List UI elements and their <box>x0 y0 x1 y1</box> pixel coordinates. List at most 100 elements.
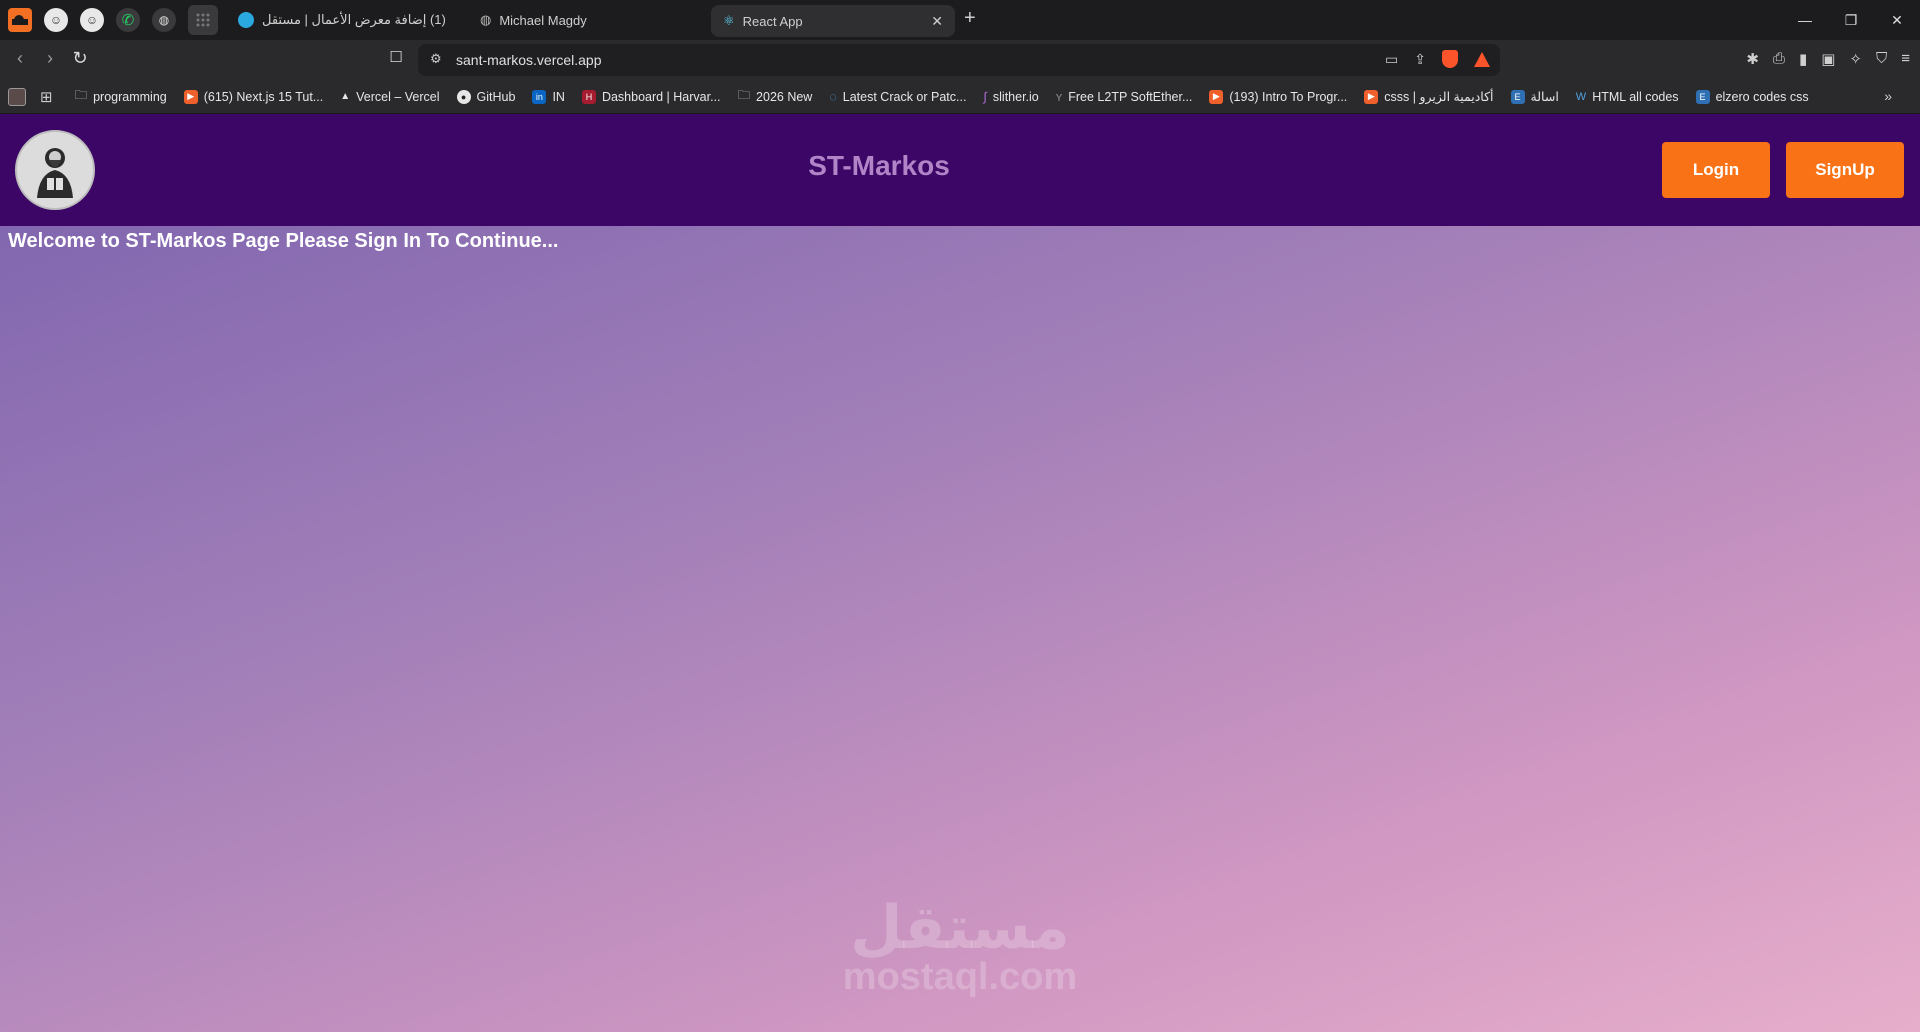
whatsapp-icon: ✆ <box>121 12 135 29</box>
omnibox-actions: ▭ ⇪ <box>1385 50 1490 68</box>
back-icon[interactable]: ‹ <box>8 48 32 69</box>
tab-strip: ☺ ☺ ✆ ◍ (1) إضافة معرض الأعمال | مستقل ◍… <box>0 0 1920 40</box>
tab-search-icon[interactable] <box>8 87 26 106</box>
bookmark-label: Dashboard | Harvar... <box>601 89 721 104</box>
bookmark-item[interactable]: E elzero codes css <box>1695 89 1809 104</box>
bookmark-label: csss | أكاديمية الزيرو <box>1384 90 1494 104</box>
url-text[interactable]: sant-markos.vercel.app <box>456 52 602 68</box>
face-icon: ☺ <box>49 13 63 27</box>
bookmark-label: elzero codes css <box>1715 89 1809 104</box>
forward-icon[interactable]: › <box>38 48 62 69</box>
youtube-icon: ▶ <box>1364 89 1379 104</box>
tab-mostaql[interactable]: (1) إضافة معرض الأعمال | مستقل <box>226 4 466 36</box>
restore-icon[interactable]: ❐ <box>1828 0 1874 40</box>
app-navbar: ST-Markos Login SignUp <box>0 114 1920 226</box>
bookmark-label: (615) Next.js 15 Tut... <box>203 89 324 104</box>
extensions-icon[interactable]: ✱ <box>1746 50 1759 68</box>
site-icon: ◌ <box>829 89 837 104</box>
pinned-tab-1[interactable]: ☺ <box>44 8 68 32</box>
folder-icon: 🗀 <box>737 88 751 102</box>
soundcloud-pinned-tab[interactable] <box>8 8 32 32</box>
youtube-icon: ▶ <box>183 89 198 104</box>
toolbar-actions: ✱ ⎙ ▮ ▣ ✧ ⛉ ≡ <box>1746 50 1910 68</box>
screenshot-icon[interactable]: ⎙ <box>1773 50 1785 68</box>
github-icon: ● <box>456 89 471 104</box>
bookmark-item[interactable]: ʏ Free L2TP SoftEther... <box>1056 90 1193 104</box>
menu-icon[interactable]: ≡ <box>1901 50 1910 68</box>
brave-rewards-icon[interactable] <box>1474 51 1490 67</box>
more-bookmarks-icon[interactable]: » <box>1884 88 1892 104</box>
soundcloud-icon <box>12 15 28 25</box>
tab-group[interactable] <box>188 5 218 35</box>
linkedin-icon: in <box>532 89 547 104</box>
globe-icon: ◍ <box>480 12 492 27</box>
vpn-icon[interactable]: ⛉ <box>1876 50 1887 68</box>
youtube-icon: ▶ <box>1209 89 1224 104</box>
bookmark-item[interactable]: ▶ (615) Next.js 15 Tut... <box>183 89 324 104</box>
site-title: ST-Markos <box>808 150 950 181</box>
w-icon: W <box>1575 90 1587 103</box>
bookmark-label: programming <box>93 89 167 104</box>
site-icon: ʏ <box>1055 89 1063 104</box>
apps-grid-icon[interactable]: ⊞ <box>40 88 53 106</box>
pinned-tab-2[interactable]: ☺ <box>80 8 104 32</box>
brave-shields-icon[interactable] <box>1442 50 1458 68</box>
bookmark-item[interactable]: 🗀 programming <box>75 86 167 107</box>
grid-dots-icon <box>196 13 210 27</box>
welcome-message: Welcome to ST-Markos Page Please Sign In… <box>8 230 559 252</box>
mostaql-watermark: مستقل mostaql.com <box>840 898 1080 996</box>
bookmark-label: Free L2TP SoftEther... <box>1068 89 1193 104</box>
bookmark-icon[interactable]: ☐ <box>384 48 408 66</box>
bookmark-item[interactable]: ▲ Vercel – Vercel <box>340 90 439 104</box>
bookmark-label: IN <box>552 89 565 104</box>
pinned-tab-globe[interactable]: ◍ <box>152 8 176 32</box>
vercel-icon: ▲ <box>340 91 351 102</box>
site-settings-icon[interactable]: ⚙ <box>430 51 442 67</box>
bookmark-item[interactable]: ◌ Latest Crack or Patc... <box>829 90 966 104</box>
bookmark-item[interactable]: ∫ slither.io <box>983 90 1038 104</box>
bookmarks-bar: ⊞ 🗀 programming ▶ (615) Next.js 15 Tut..… <box>0 80 1920 114</box>
minimize-icon[interactable]: — <box>1782 0 1828 40</box>
bookmark-label: Vercel – Vercel <box>356 89 440 104</box>
folder-icon: 🗀 <box>74 88 88 102</box>
bookmark-item[interactable]: in IN <box>532 89 565 104</box>
whatsapp-pinned-tab[interactable]: ✆ <box>116 8 140 32</box>
close-window-icon[interactable]: ✕ <box>1874 0 1920 40</box>
reload-icon[interactable]: ↻ <box>68 48 92 69</box>
wallet-icon[interactable]: ▣ <box>1821 50 1835 68</box>
globe-icon: ◍ <box>158 13 170 27</box>
e-icon: E <box>1510 89 1525 104</box>
bookmark-label: slither.io <box>992 89 1039 104</box>
tab-michael-magdy[interactable]: ◍ Michael Magdy <box>468 4 698 36</box>
address-bar[interactable]: ⚙ sant-markos.vercel.app ▭ ⇪ <box>418 44 1500 76</box>
login-button[interactable]: Login <box>1662 142 1770 198</box>
bookmark-label: 2026 New <box>756 89 813 104</box>
tab-react-app[interactable]: ⚛ React App ✕ <box>711 5 955 37</box>
share-icon[interactable]: ⇪ <box>1414 51 1426 68</box>
bookmark-label: HTML all codes <box>1592 89 1679 104</box>
signup-button[interactable]: SignUp <box>1786 142 1904 198</box>
bookmark-item[interactable]: ▶ (193) Intro To Progr... <box>1209 89 1348 104</box>
bookmark-item[interactable]: 🗀 2026 New <box>738 86 813 107</box>
e-icon: E <box>1695 89 1710 104</box>
bookmark-item[interactable]: ▶ csss | أكاديمية الزيرو <box>1364 89 1494 104</box>
bookmark-label: Latest Crack or Patc... <box>842 89 967 104</box>
close-tab-icon[interactable]: ✕ <box>931 13 943 30</box>
bookmark-label: (193) Intro To Progr... <box>1229 89 1348 104</box>
bookmark-item[interactable]: H Dashboard | Harvar... <box>581 89 721 104</box>
tab-title: React App <box>742 13 803 29</box>
cast-icon[interactable]: ▭ <box>1385 51 1398 68</box>
react-icon: ⚛ <box>723 13 735 28</box>
sidebar-icon[interactable]: ▮ <box>1799 50 1807 68</box>
page-viewport: ST-Markos Login SignUp Welcome to ST-Mar… <box>0 114 1920 1032</box>
face-icon: ☺ <box>85 13 99 27</box>
new-tab-button[interactable]: + <box>964 7 976 30</box>
tab-title: (1) إضافة معرض الأعمال | مستقل <box>262 12 446 27</box>
bookmark-item[interactable]: E اسالة <box>1510 89 1559 104</box>
bookmark-item[interactable]: W HTML all codes <box>1576 90 1679 104</box>
bookmark-item[interactable]: ● GitHub <box>456 89 515 104</box>
window-controls: — ❐ ✕ <box>1782 0 1920 40</box>
mostaql-favicon-icon <box>238 12 254 28</box>
leo-ai-icon[interactable]: ✧ <box>1849 50 1862 68</box>
pinned-tabs: ☺ ☺ ✆ ◍ <box>0 5 218 35</box>
